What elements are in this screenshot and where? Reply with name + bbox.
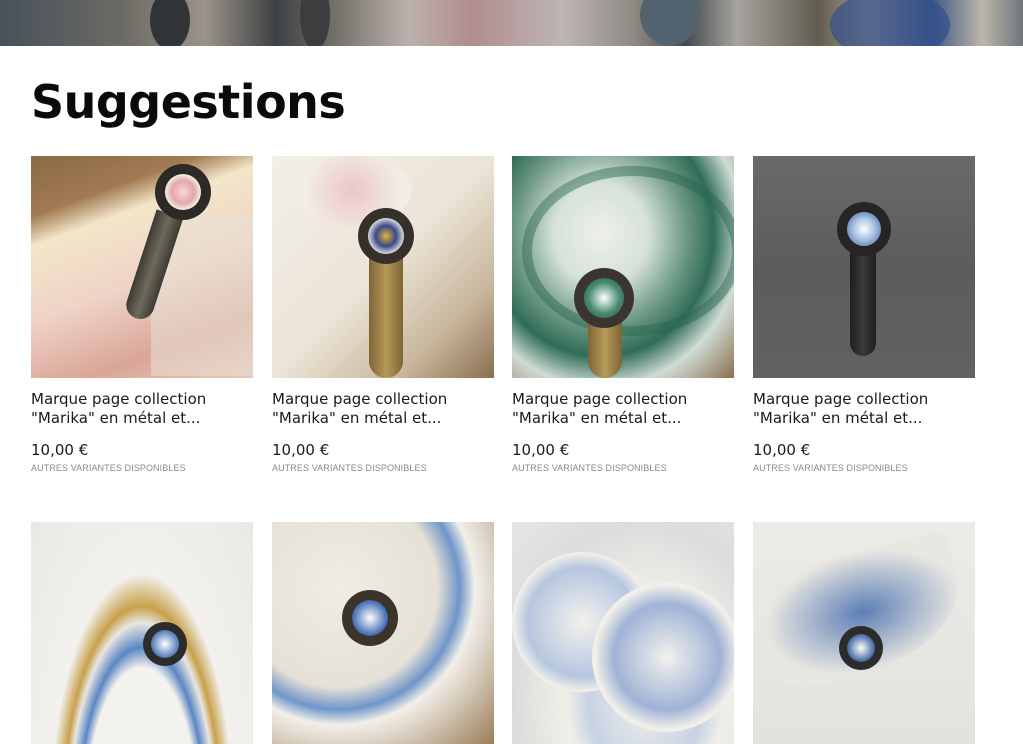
product-image[interactable] <box>753 156 975 378</box>
product-card[interactable] <box>31 522 253 744</box>
product-card[interactable] <box>753 522 975 744</box>
product-card[interactable]: Marque page collection "Marika" en métal… <box>31 156 253 473</box>
product-price: 10,00 € <box>31 441 89 459</box>
product-card[interactable]: Marque page collection "Marika" en métal… <box>512 156 734 473</box>
product-card[interactable] <box>272 522 494 744</box>
variants-note: AUTRES VARIANTES DISPONIBLES <box>272 463 427 473</box>
product-image[interactable] <box>272 522 494 744</box>
variants-note: AUTRES VARIANTES DISPONIBLES <box>512 463 667 473</box>
variants-note: AUTRES VARIANTES DISPONIBLES <box>31 463 186 473</box>
variants-note: AUTRES VARIANTES DISPONIBLES <box>753 463 908 473</box>
product-image[interactable] <box>31 522 253 744</box>
product-image[interactable] <box>753 522 975 744</box>
product-price: 10,00 € <box>272 441 330 459</box>
product-image[interactable] <box>512 522 734 744</box>
product-image[interactable] <box>31 156 253 378</box>
product-image[interactable] <box>272 156 494 378</box>
product-price: 10,00 € <box>753 441 811 459</box>
product-name[interactable]: Marque page collection "Marika" en métal… <box>272 390 494 428</box>
product-card[interactable]: Marque page collection "Marika" en métal… <box>753 156 975 473</box>
product-name[interactable]: Marque page collection "Marika" en métal… <box>512 390 734 428</box>
product-name[interactable]: Marque page collection "Marika" en métal… <box>753 390 975 428</box>
product-card[interactable]: Marque page collection "Marika" en métal… <box>272 156 494 473</box>
product-image[interactable] <box>512 156 734 378</box>
product-name[interactable]: Marque page collection "Marika" en métal… <box>31 390 253 428</box>
header-banner-image <box>0 0 1023 46</box>
product-price: 10,00 € <box>512 441 570 459</box>
product-card[interactable] <box>512 522 734 744</box>
page-title: Suggestions <box>31 75 346 129</box>
